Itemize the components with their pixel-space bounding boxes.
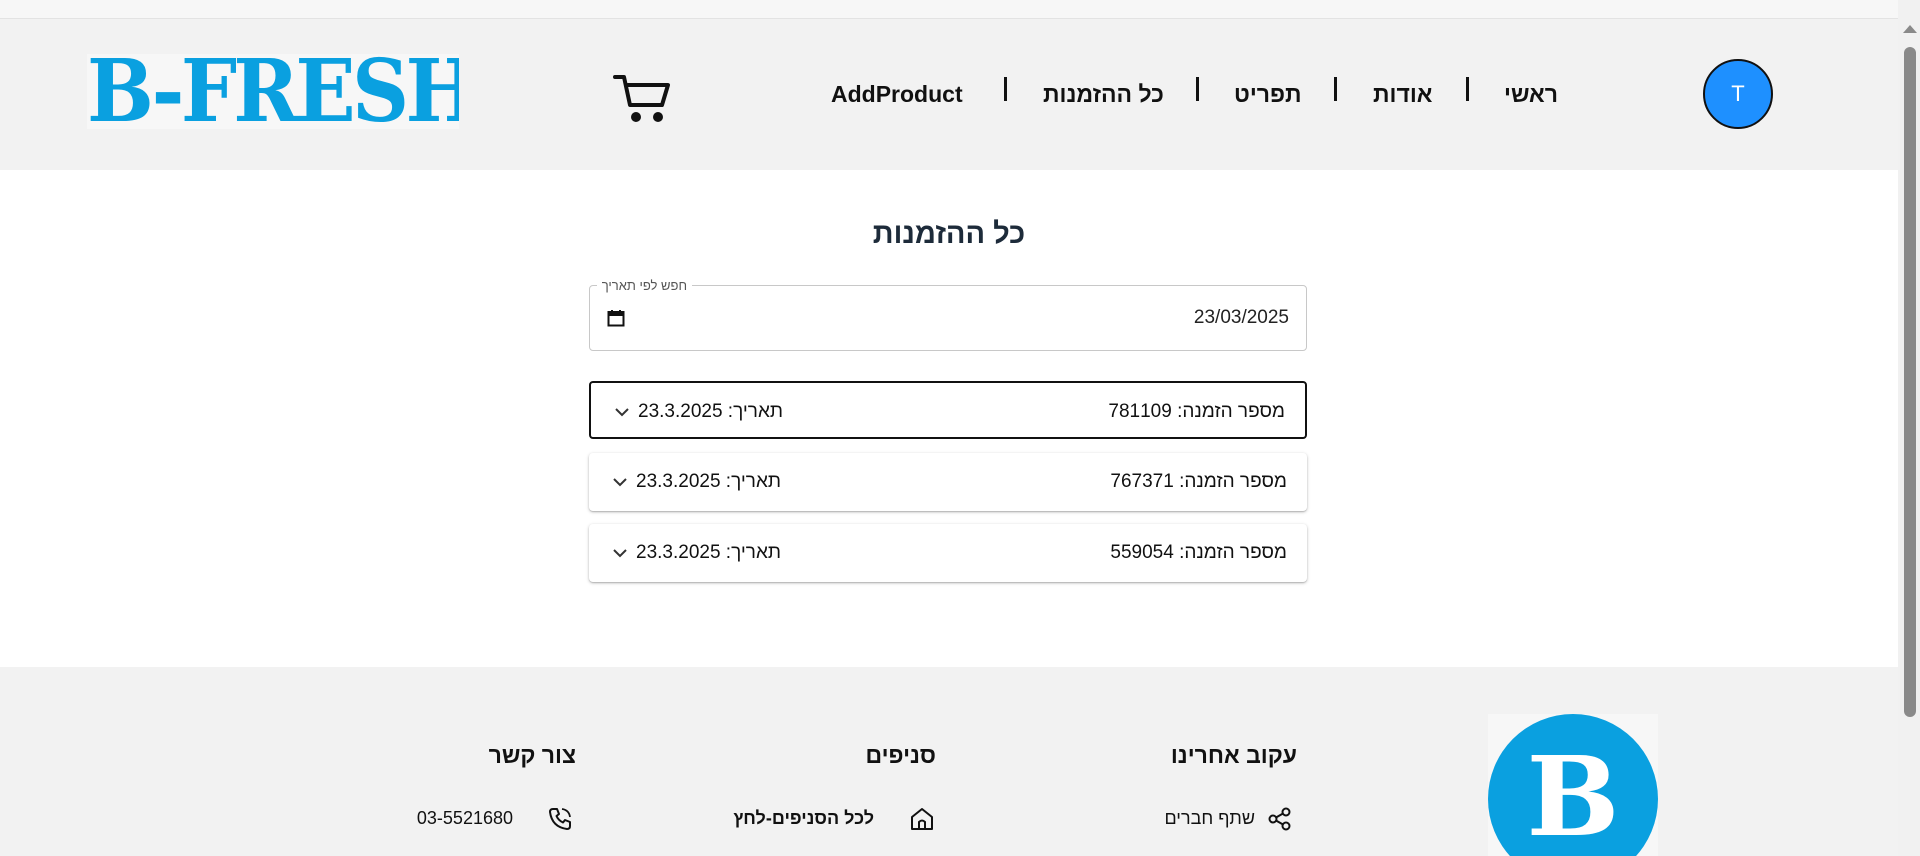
order-row[interactable]: מספר הזמנה: 781109 תאריך: 23.3.2025 [589,381,1307,439]
order-date: תאריך: 23.3.2025 [636,542,782,563]
chevron-down-icon[interactable] [613,548,627,558]
nav-separator [1004,77,1007,101]
chevron-down-icon[interactable] [615,407,629,417]
order-number: מספר הזמנה: 781109 [1108,401,1285,422]
all-branches-link[interactable]: לכל הסניפים-לחץ [733,808,874,829]
branches-title: סניפים [865,742,937,768]
nav-separator [1196,77,1199,101]
share-friends-link[interactable]: שתף חברים [1164,808,1255,829]
nav-separator [1466,77,1469,101]
nav-link-add-product[interactable]: AddProduct [831,81,963,108]
cart-icon[interactable] [612,67,672,127]
nav-link-all-orders[interactable]: כל ההזמנות [1043,81,1164,108]
nav-link-about[interactable]: אודות [1373,81,1432,108]
calendar-icon[interactable] [607,309,625,327]
order-number: מספר הזמנה: 559054 [1110,542,1287,563]
contact-phone: 03-5521680 [416,808,513,828]
user-avatar[interactable]: T [1703,59,1773,129]
contact-title: צור קשר [488,742,576,768]
scroll-up-icon[interactable] [1903,25,1917,33]
follow-us-title: עקוב אחרינו [1170,742,1297,768]
nav-link-menu[interactable]: תפריט [1234,81,1302,108]
date-search-value[interactable]: 23/03/2025 [1194,307,1289,329]
order-row[interactable]: מספר הזמנה: 767371 תאריך: 23.3.2025 [589,453,1307,511]
date-search-field[interactable]: חפש לפי תאריך 23/03/2025 [589,278,1307,351]
browser-top-strip [0,0,1898,19]
nav-link-home[interactable]: ראשי [1504,81,1558,108]
page-title: כל ההזמנות [872,218,1026,250]
scrollbar-thumb[interactable] [1904,47,1916,717]
main-content: כל ההזמנות חפש לפי תאריך 23/03/2025 מספר… [0,170,1898,667]
phone-icon[interactable] [547,806,573,832]
share-icon[interactable] [1267,806,1293,832]
footer: B עקוב אחרינו שתף חברים סניפים לכל הסניפ… [0,667,1898,856]
navbar: B-FRESH AddProduct כל ההזמנות תפריט אודו… [0,19,1898,170]
order-number: מספר הזמנה: 767371 [1110,471,1287,492]
nav-separator [1334,77,1337,101]
footer-logo-letter: B [1526,732,1620,856]
order-date: תאריך: 23.3.2025 [636,471,782,492]
brand-logo-text: B-FRESH [87,54,459,129]
brand-logo[interactable]: B-FRESH [87,54,459,129]
order-row[interactable]: מספר הזמנה: 559054 תאריך: 23.3.2025 [589,524,1307,582]
footer-logo: B [1488,714,1658,856]
store-icon[interactable] [909,806,935,832]
chevron-down-icon[interactable] [613,477,627,487]
date-search-label: חפש לפי תאריך [596,278,692,293]
avatar-initial: T [1731,81,1745,106]
order-date: תאריך: 23.3.2025 [638,401,784,422]
